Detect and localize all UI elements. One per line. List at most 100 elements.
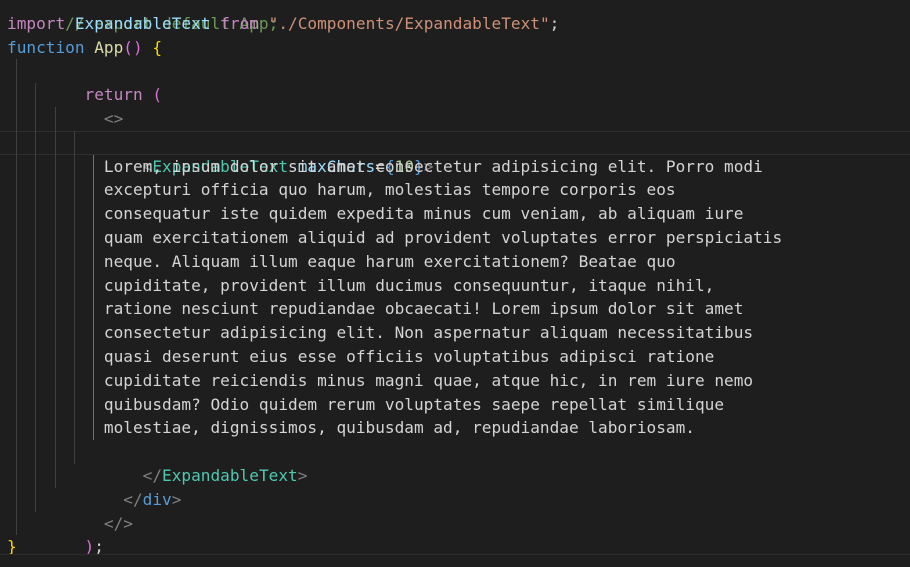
indent-guide: [74, 130, 75, 155]
indent-guide: [35, 202, 36, 226]
indent-guide: [16, 463, 17, 488]
indent-guide: [93, 249, 94, 274]
indent-guide: [93, 154, 94, 179]
indent-guide: [35, 225, 36, 250]
function-name: App: [94, 37, 124, 57]
indent-guide: [16, 202, 17, 226]
function-parens: (): [123, 37, 143, 57]
code-line-fragment-close[interactable]: </>: [0, 487, 910, 533]
indent-guide: [93, 202, 94, 226]
indent-guide: [16, 511, 17, 536]
indent-guide: [35, 297, 36, 322]
text-line[interactable]: quasi deserunt eius esse officiis volupt…: [0, 344, 910, 369]
code-line-import[interactable]: import ExpandableText from "./Components…: [0, 12, 910, 36]
editor-bottom-edge: [0, 554, 910, 567]
indent-guide: [16, 59, 17, 84]
indent-guide: [16, 83, 17, 107]
indent-guide: [55, 440, 56, 464]
indent-guide: [55, 106, 56, 131]
code-editor[interactable]: // export default App; import Expandable…: [0, 0, 910, 567]
text-content: molestiae, dignissimos, quibusdam ad, re…: [103, 418, 695, 438]
indent-guide: [35, 83, 36, 107]
indent-guide: [16, 368, 17, 393]
text-line[interactable]: quibusdam? Odio quidem rerum voluptates …: [0, 392, 910, 417]
text-content: consequatur iste quidem expedita minus c…: [103, 204, 744, 224]
text-line[interactable]: molestiae, dignissimos, quibusdam ad, re…: [0, 416, 910, 441]
indent-guide: [55, 463, 56, 488]
text-line[interactable]: Lorem, ipsum dolor sit amet consectetur …: [0, 154, 910, 179]
text-content: cupiditate, provident illum ducimus cons…: [103, 275, 715, 295]
indent-guide: [16, 440, 17, 464]
indent-guide: [74, 392, 75, 417]
indent-guide: [35, 392, 36, 417]
indent-guide: [35, 321, 36, 345]
code-line-component-close[interactable]: </ExpandableText>: [0, 440, 910, 485]
indent-guide: [74, 440, 75, 464]
indent-guide: [35, 130, 36, 155]
indent-guide: [74, 249, 75, 274]
indent-guide: [16, 416, 17, 441]
indent-guide: [74, 154, 75, 179]
text-line[interactable]: ratione nesciunt repudiandae obcaecati! …: [0, 297, 910, 322]
text-content: quam exercitationem aliquid ad provident…: [103, 227, 783, 247]
indent-guide: [93, 297, 94, 322]
text-line[interactable]: cupiditate reiciendis minus magni quae, …: [0, 368, 910, 393]
function-keyword: function: [7, 37, 85, 57]
code-line-div-open[interactable]: <div>: [0, 106, 910, 152]
text-line[interactable]: quam exercitationem aliquid ad provident…: [0, 225, 910, 250]
text-line[interactable]: neque. Aliquam illum eaque harum exercit…: [0, 249, 910, 274]
indent-guide: [55, 130, 56, 155]
indent-guide: [16, 154, 17, 179]
indent-guide: [35, 273, 36, 298]
code-line-comment[interactable]: // export default App;: [0, 0, 910, 33]
import-path: "./Components/ExpandableText": [268, 13, 550, 33]
indent-guide: [55, 154, 56, 179]
indent-guide: [55, 297, 56, 322]
code-line-return[interactable]: return (: [0, 59, 910, 104]
indent-guide: [55, 202, 56, 226]
indent-guide: [55, 344, 56, 369]
indent-guide: [93, 416, 94, 441]
text-content: Lorem, ipsum dolor sit amet consectetur …: [103, 156, 763, 176]
indent-guide: [93, 178, 94, 203]
indent-guide: [16, 321, 17, 345]
code-line-fragment-open[interactable]: <>: [0, 83, 910, 128]
code-line-component-open[interactable]: <ExpandableText maxChars={10}>: [0, 130, 910, 176]
text-line[interactable]: consequatur iste quidem expedita minus c…: [0, 202, 910, 226]
indent-guide: [93, 225, 94, 250]
indent-guide: [74, 273, 75, 298]
code-line-function[interactable]: function App() {: [0, 36, 910, 60]
code-line-return-close[interactable]: );: [0, 511, 910, 556]
indent-guide: [35, 487, 36, 512]
code-line-div-close[interactable]: </div>: [0, 463, 910, 509]
from-keyword: from: [220, 13, 259, 33]
indent-guide: [16, 297, 17, 322]
indent-guide: [35, 416, 36, 441]
indent-guide: [55, 321, 56, 345]
text-content: neque. Aliquam illum eaque harum exercit…: [103, 251, 676, 271]
indent-guide: [55, 178, 56, 203]
text-content: quasi deserunt eius esse officiis volupt…: [103, 346, 715, 366]
indent-guide: [74, 178, 75, 203]
import-keyword: import: [7, 13, 66, 33]
indent-guide: [93, 273, 94, 298]
text-content: ratione nesciunt repudiandae obcaecati! …: [103, 299, 744, 319]
indent-guide: [74, 297, 75, 322]
indent-guide: [55, 368, 56, 393]
indent-guide: [55, 416, 56, 441]
indent-guide: [16, 178, 17, 203]
indent-guide: [16, 344, 17, 369]
text-line[interactable]: consectetur adipisicing elit. Non aspern…: [0, 321, 910, 345]
semicolon: ;: [549, 13, 560, 33]
indent-guide: [55, 225, 56, 250]
text-content: consectetur adipisicing elit. Non aspern…: [103, 323, 754, 343]
text-line[interactable]: excepturi officia quo harum, molestias t…: [0, 178, 910, 203]
indent-guide: [35, 344, 36, 369]
code-area[interactable]: // export default App; import Expandable…: [0, 0, 910, 559]
text-content: quibusdam? Odio quidem rerum voluptates …: [103, 394, 725, 414]
text-line[interactable]: cupiditate, provident illum ducimus cons…: [0, 273, 910, 298]
indent-guide: [93, 321, 94, 345]
indent-guide: [74, 368, 75, 393]
indent-guide: [93, 344, 94, 369]
indent-guide: [74, 225, 75, 250]
